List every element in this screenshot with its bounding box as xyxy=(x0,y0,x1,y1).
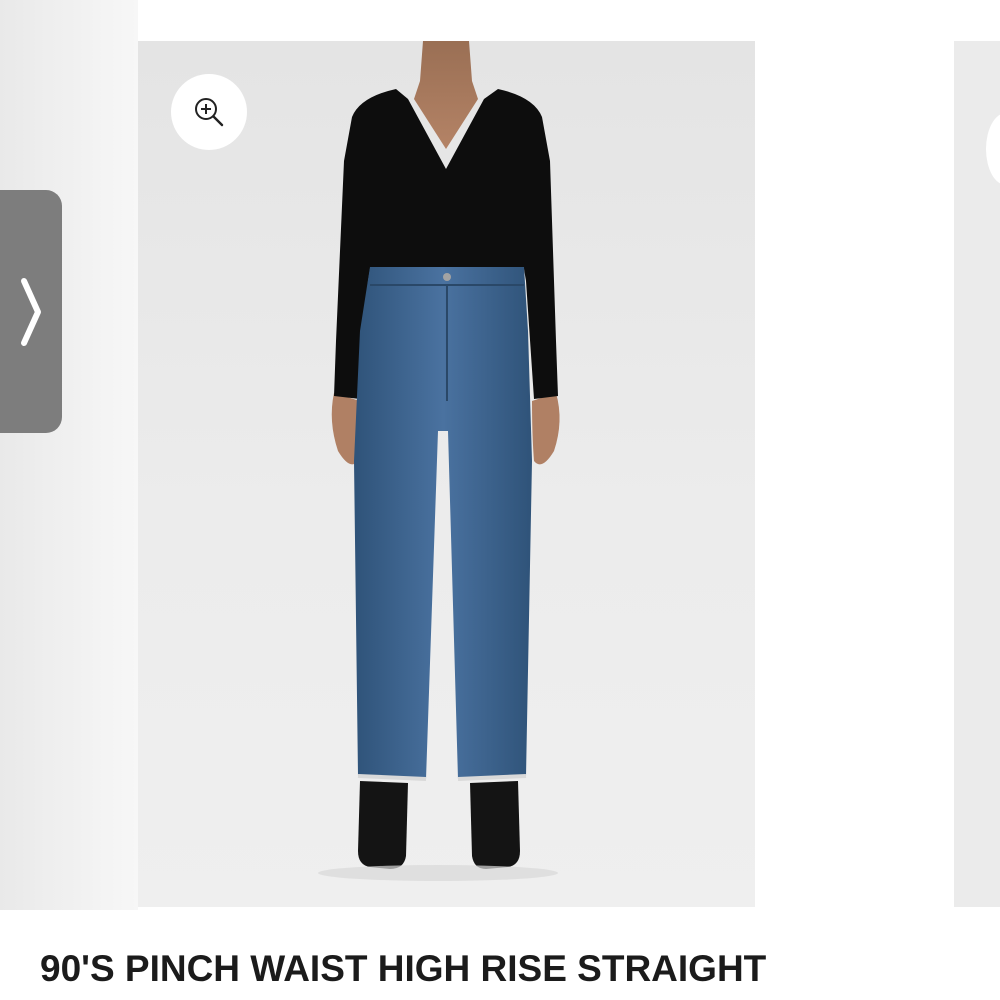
next-photo-figure xyxy=(986,113,1000,185)
previous-photo-panel xyxy=(0,0,138,910)
right-boot xyxy=(470,781,520,869)
right-hand xyxy=(532,393,560,465)
product-page: 90'S PINCH WAIST HIGH RISE STRAIGHT xyxy=(0,0,1000,1000)
chevron-right-icon xyxy=(21,277,41,346)
product-title: 90'S PINCH WAIST HIGH RISE STRAIGHT xyxy=(40,948,767,989)
carousel-arrow-button[interactable] xyxy=(0,190,62,433)
zoom-in-icon xyxy=(195,98,224,127)
next-product-photo[interactable] xyxy=(954,41,1000,907)
model-illustration xyxy=(318,41,560,881)
blue-jeans xyxy=(354,267,532,779)
left-boot xyxy=(358,781,408,869)
zoom-button[interactable] xyxy=(171,74,247,150)
product-photo[interactable] xyxy=(138,41,755,907)
